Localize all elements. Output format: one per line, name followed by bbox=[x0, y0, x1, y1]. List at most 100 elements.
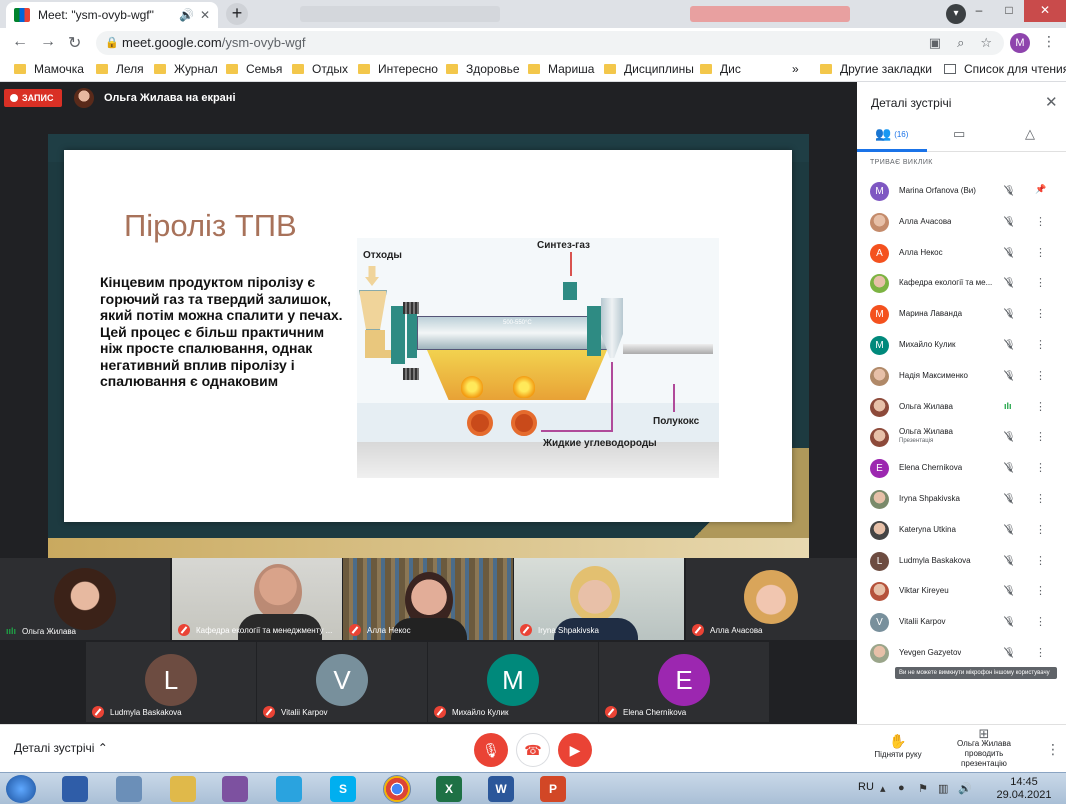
pin-icon[interactable]: 📌 bbox=[1035, 184, 1046, 195]
participant-row[interactable]: Надія Максименко 🎙 ⋮ bbox=[857, 361, 1066, 391]
flag-icon[interactable]: ⚑ bbox=[918, 782, 928, 795]
video-tile[interactable]: V Vitalii Karpov bbox=[257, 642, 427, 722]
bookmark-folder[interactable]: Отдых bbox=[292, 62, 348, 76]
account-dropdown-icon[interactable]: ▾ bbox=[946, 4, 966, 24]
system-clock[interactable]: 14:45 29.04.2021 bbox=[990, 776, 1058, 802]
more-options-icon[interactable]: ⋮ bbox=[1035, 400, 1046, 413]
more-options-icon[interactable]: ⋮ bbox=[1035, 615, 1046, 628]
tray-app-icon[interactable]: ● bbox=[898, 782, 905, 794]
word-icon[interactable]: W bbox=[488, 776, 514, 802]
reload-icon[interactable]: ↻ bbox=[68, 33, 81, 53]
tab-close-icon[interactable]: ✕ bbox=[200, 8, 210, 22]
meeting-details-button[interactable]: Деталі зустрічі ⌃ bbox=[14, 741, 108, 755]
video-tile[interactable]: Алла Некос bbox=[343, 558, 513, 640]
more-options-icon[interactable]: ⋮ bbox=[1046, 741, 1060, 758]
profile-avatar[interactable]: M bbox=[1010, 33, 1030, 53]
more-options-icon[interactable]: ⋮ bbox=[1035, 523, 1046, 536]
volume-icon[interactable]: 🔊 bbox=[958, 782, 972, 795]
tab-meet[interactable]: Meet: "ysm-ovyb-wgf" 🔊 ✕ bbox=[6, 2, 218, 28]
browser-menu-icon[interactable]: ⋮ bbox=[1042, 33, 1056, 50]
presenting-button[interactable]: ⊞ Ольга Жилава проводить презентацію bbox=[944, 727, 1024, 769]
more-options-icon[interactable]: ⋮ bbox=[1035, 246, 1046, 259]
more-options-icon[interactable]: ⋮ bbox=[1035, 584, 1046, 597]
participant-row[interactable]: Viktar Kireyeu 🎙 ⋮ bbox=[857, 576, 1066, 606]
language-indicator[interactable]: RU bbox=[858, 781, 874, 793]
viber-icon[interactable] bbox=[222, 776, 248, 802]
video-tile[interactable]: M Михайло Кулик bbox=[428, 642, 598, 722]
chrome-icon[interactable] bbox=[383, 775, 411, 803]
more-options-icon[interactable]: ⋮ bbox=[1035, 554, 1046, 567]
camera-blocked-icon[interactable]: ▣ bbox=[929, 31, 941, 55]
more-options-icon[interactable]: ⋮ bbox=[1035, 369, 1046, 382]
participant-row[interactable]: Кафедра екології та ме... 🎙 ⋮ bbox=[857, 268, 1066, 298]
bookmark-folder[interactable]: Мариша bbox=[528, 62, 594, 76]
participant-row[interactable]: M Marina Orfanova (Ви) 🎙 📌 bbox=[857, 176, 1066, 206]
participant-row[interactable]: Ольга Жилава Презентація 🎙 ⋮ bbox=[857, 422, 1066, 452]
other-bookmarks[interactable]: Другие закладки bbox=[820, 62, 932, 76]
network-icon[interactable]: ▥ bbox=[938, 782, 948, 795]
participant-row[interactable]: Kateryna Utkina 🎙 ⋮ bbox=[857, 515, 1066, 545]
participant-row[interactable]: Алла Ачасова 🎙 ⋮ bbox=[857, 207, 1066, 237]
media-player-icon[interactable] bbox=[62, 776, 88, 802]
participant-row[interactable]: V Vitalii Karpov 🎙 ⋮ bbox=[857, 607, 1066, 637]
more-options-icon[interactable]: ⋮ bbox=[1035, 492, 1046, 505]
maximize-icon[interactable]: □ bbox=[994, 0, 1024, 22]
tray-expand-icon[interactable]: ▴ bbox=[880, 782, 886, 795]
participant-row[interactable]: Yevgen Gazyetov 🎙 ⋮ bbox=[857, 638, 1066, 668]
camera-toggle-button[interactable]: ▶ bbox=[558, 733, 592, 767]
tab-chat[interactable]: ▭ bbox=[953, 126, 965, 142]
participant-row[interactable]: М Марина Лаванда 🎙 ⋮ bbox=[857, 299, 1066, 329]
mic-toggle-button[interactable]: 🎙 bbox=[474, 733, 508, 767]
bookmark-folder[interactable]: Журнал bbox=[154, 62, 218, 76]
tab-activities[interactable]: △ bbox=[1025, 126, 1035, 142]
leave-call-button[interactable]: ☎ bbox=[516, 733, 550, 767]
bookmark-folder[interactable]: Здоровье bbox=[446, 62, 520, 76]
bookmark-folder[interactable]: Интересно bbox=[358, 62, 438, 76]
more-options-icon[interactable]: ⋮ bbox=[1035, 276, 1046, 289]
skype-icon[interactable]: S bbox=[330, 776, 356, 802]
powerpoint-icon[interactable]: P bbox=[540, 776, 566, 802]
more-options-icon[interactable]: ⋮ bbox=[1035, 338, 1046, 351]
start-button[interactable] bbox=[6, 775, 36, 803]
participant-row[interactable]: А Алла Некос 🎙 ⋮ bbox=[857, 238, 1066, 268]
bookmark-folder[interactable]: Дис bbox=[700, 62, 741, 76]
video-tile[interactable]: L Ludmyla Baskakova bbox=[86, 642, 256, 722]
participant-row[interactable]: Ольга Жилава ılı ⋮ bbox=[857, 392, 1066, 422]
participant-row[interactable]: E Elena Chernikova 🎙 ⋮ bbox=[857, 453, 1066, 483]
video-tile[interactable]: Алла Ачасова bbox=[686, 558, 857, 640]
calculator-icon[interactable] bbox=[116, 776, 142, 802]
participant-row[interactable]: М Михайло Кулик 🎙 ⋮ bbox=[857, 330, 1066, 360]
more-options-icon[interactable]: ⋮ bbox=[1035, 215, 1046, 228]
lock-icon[interactable]: 🔒 bbox=[105, 31, 119, 55]
video-tile[interactable]: Iryna Shpakivska bbox=[514, 558, 684, 640]
back-icon[interactable]: ← bbox=[12, 33, 28, 51]
more-options-icon[interactable]: ⋮ bbox=[1035, 430, 1046, 443]
bookmark-folder[interactable]: Семья bbox=[226, 62, 282, 76]
excel-icon[interactable]: X bbox=[436, 776, 462, 802]
bookmark-star-icon[interactable]: ☆ bbox=[980, 31, 992, 55]
tab-people[interactable]: 👥 (16) bbox=[875, 126, 908, 142]
speaker-icon[interactable]: 🔊 bbox=[179, 8, 194, 22]
raise-hand-button[interactable]: ✋ Підняти руку bbox=[866, 733, 930, 759]
participant-row[interactable]: L Ludmyla Baskakova 🎙 ⋮ bbox=[857, 546, 1066, 576]
forward-icon[interactable]: → bbox=[40, 33, 56, 51]
zoom-icon[interactable]: ⌕ bbox=[957, 31, 964, 55]
explorer-icon[interactable] bbox=[170, 776, 196, 802]
reading-list[interactable]: Список для чтения bbox=[944, 62, 1066, 76]
bookmark-folder[interactable]: Мамочка bbox=[14, 62, 84, 76]
new-tab-button[interactable]: + bbox=[226, 3, 248, 25]
video-tile[interactable]: Кафедра екології та менеджменту ... bbox=[172, 558, 342, 640]
participant-row[interactable]: Iryna Shpakivska 🎙 ⋮ bbox=[857, 484, 1066, 514]
bookmarks-overflow-button[interactable]: » bbox=[792, 62, 799, 76]
url-field[interactable]: 🔒 meet.google.com/ysm-ovyb-wgf ▣ ⌕ ☆ bbox=[96, 31, 1004, 55]
close-window-icon[interactable]: ✕ bbox=[1024, 0, 1066, 22]
more-options-icon[interactable]: ⋮ bbox=[1035, 307, 1046, 320]
bookmark-folder[interactable]: Леля bbox=[96, 62, 144, 76]
video-tile[interactable]: E Elena Chernikova bbox=[599, 642, 769, 722]
minimize-icon[interactable]: – bbox=[964, 0, 994, 22]
more-options-icon[interactable]: ⋮ bbox=[1035, 461, 1046, 474]
telegram-icon[interactable] bbox=[276, 776, 302, 802]
more-options-icon[interactable]: ⋮ bbox=[1035, 646, 1046, 659]
close-icon[interactable]: ✕ bbox=[1045, 93, 1058, 111]
bookmark-folder[interactable]: Дисциплины bbox=[604, 62, 694, 76]
